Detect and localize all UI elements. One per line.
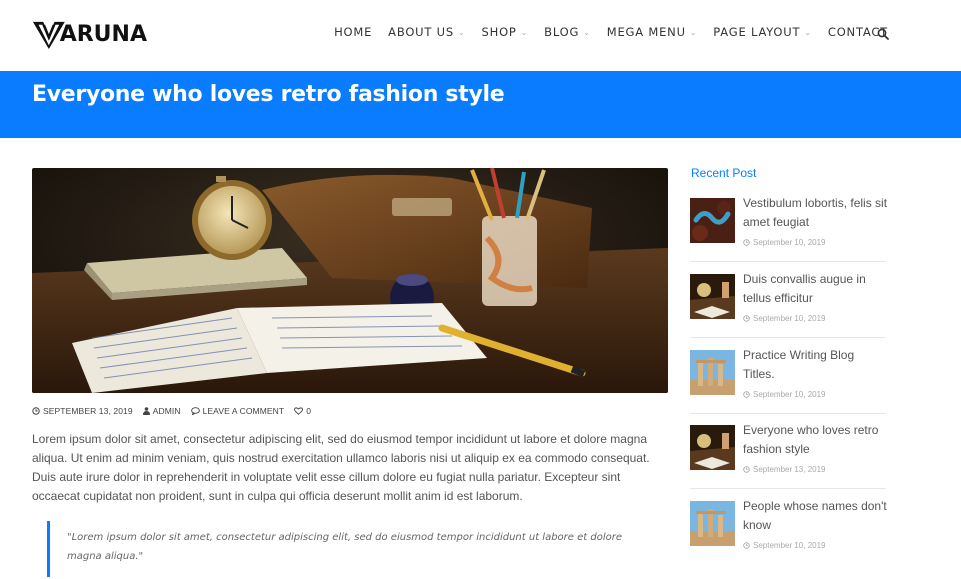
page-title: Everyone who loves retro fashion style [32, 82, 505, 107]
heart-icon [294, 407, 304, 415]
nav-page-layout-label: PAGE LAYOUT [713, 25, 801, 39]
post-date-text: September 13, 2019 [753, 465, 826, 474]
nav-page-layout[interactable]: PAGE LAYOUT ⌄ [713, 25, 812, 39]
post-date[interactable]: SEPTEMBER 13, 2019 [32, 406, 133, 416]
chevron-down-icon: ⌄ [583, 27, 591, 37]
post-thumbnail[interactable] [690, 425, 735, 470]
post-thumbnail[interactable] [690, 501, 735, 546]
nav-mega-menu-label: MEGA MENU [606, 25, 686, 39]
site-header: ARUNA HOME ABOUT US ⌄ SHOP ⌄ BLOG ⌄ MEGA ME… [0, 0, 961, 71]
like-button[interactable]: 0 [294, 406, 311, 416]
chevron-down-icon: ⌄ [520, 27, 529, 37]
post-author[interactable]: ADMIN [142, 406, 181, 416]
post-title-link[interactable]: Everyone who loves retro fashion style [743, 421, 888, 459]
quote-text: "Lorem ipsum dolor sit amet, consectetur… [67, 532, 622, 562]
post-date-text: September 10, 2019 [753, 238, 826, 247]
post-title-link[interactable]: Vestibulum lobortis, felis sit amet feug… [743, 194, 888, 232]
post-date: September 10, 2019 [743, 390, 826, 399]
post-author-text: ADMIN [152, 406, 181, 416]
post-date-text: September 10, 2019 [753, 390, 826, 399]
article-meta: SEPTEMBER 13, 2019 ADMIN LEAVE A COMMENT… [32, 406, 321, 416]
divider [690, 413, 886, 414]
clock-icon [743, 239, 750, 246]
featured-image [32, 168, 668, 393]
like-count: 0 [306, 406, 312, 416]
recent-post-heading: Recent Post [691, 166, 757, 180]
post-date-text: September 10, 2019 [753, 541, 826, 550]
logo-text: ARUNA [59, 22, 147, 47]
post-date: September 13, 2019 [743, 465, 826, 474]
article-body: Lorem ipsum dolor sit amet, consectetur … [32, 432, 650, 503]
page-title-banner: Everyone who loves retro fashion style [0, 71, 961, 138]
chevron-down-icon: ⌄ [458, 27, 466, 37]
comment-icon [190, 407, 200, 415]
nav-shop[interactable]: SHOP ⌄ [482, 25, 529, 39]
recent-post-item[interactable]: People whose names don't know September … [690, 499, 887, 577]
post-thumbnail[interactable] [690, 350, 735, 395]
article-blockquote: "Lorem ipsum dolor sit amet, consectetur… [47, 521, 647, 577]
divider [690, 261, 886, 262]
post-date-text: SEPTEMBER 13, 2019 [43, 406, 133, 416]
recent-post-item[interactable]: Vestibulum lobortis, felis sit amet feug… [690, 196, 887, 274]
post-date: September 10, 2019 [743, 314, 826, 323]
clock-icon [743, 315, 750, 322]
nav-home-label: HOME [334, 25, 373, 39]
post-thumbnail[interactable] [690, 198, 735, 243]
clock-icon [743, 542, 750, 549]
recent-post-item[interactable]: Practice Writing Blog Titles. September … [690, 348, 886, 426]
divider [690, 337, 886, 338]
post-title-link[interactable]: Duis convallis augue in tellus efficitur [743, 270, 888, 308]
clock-icon [743, 391, 750, 398]
nav-blog-label: BLOG [544, 25, 580, 39]
post-date: September 10, 2019 [743, 541, 826, 550]
post-title-link[interactable]: People whose names don't know [743, 497, 888, 535]
nav-home[interactable]: HOME [334, 25, 372, 39]
site-logo[interactable]: ARUNA [32, 17, 147, 53]
leave-comment-link[interactable]: LEAVE A COMMENT [190, 406, 285, 416]
nav-mega-menu[interactable]: MEGA MENU ⌄ [607, 25, 698, 39]
divider [690, 488, 886, 489]
search-icon[interactable] [877, 28, 889, 40]
clock-icon [32, 407, 40, 415]
post-title-link[interactable]: Practice Writing Blog Titles. [743, 346, 888, 384]
nav-blog[interactable]: BLOG ⌄ [544, 25, 591, 39]
recent-post-item[interactable]: Everyone who loves retro fashion style S… [690, 423, 886, 501]
main-nav: HOME ABOUT US ⌄ SHOP ⌄ BLOG ⌄ MEGA MENU ⌄ PA… [318, 25, 888, 39]
chevron-down-icon: ⌄ [804, 27, 812, 37]
post-date: September 10, 2019 [743, 238, 826, 247]
nav-about-us[interactable]: ABOUT US ⌄ [388, 25, 465, 39]
recent-post-item[interactable]: Duis convallis augue in tellus efficitur… [690, 272, 886, 350]
clock-icon [743, 466, 750, 473]
post-date-text: September 10, 2019 [753, 314, 826, 323]
nav-shop-label: SHOP [481, 25, 517, 39]
post-thumbnail[interactable] [690, 274, 735, 319]
user-icon [142, 407, 150, 415]
desk-still-life-image [32, 168, 668, 393]
nav-about-us-label: ABOUT US [388, 25, 454, 39]
chevron-down-icon: ⌄ [689, 27, 698, 37]
leave-comment-text: LEAVE A COMMENT [202, 406, 285, 416]
